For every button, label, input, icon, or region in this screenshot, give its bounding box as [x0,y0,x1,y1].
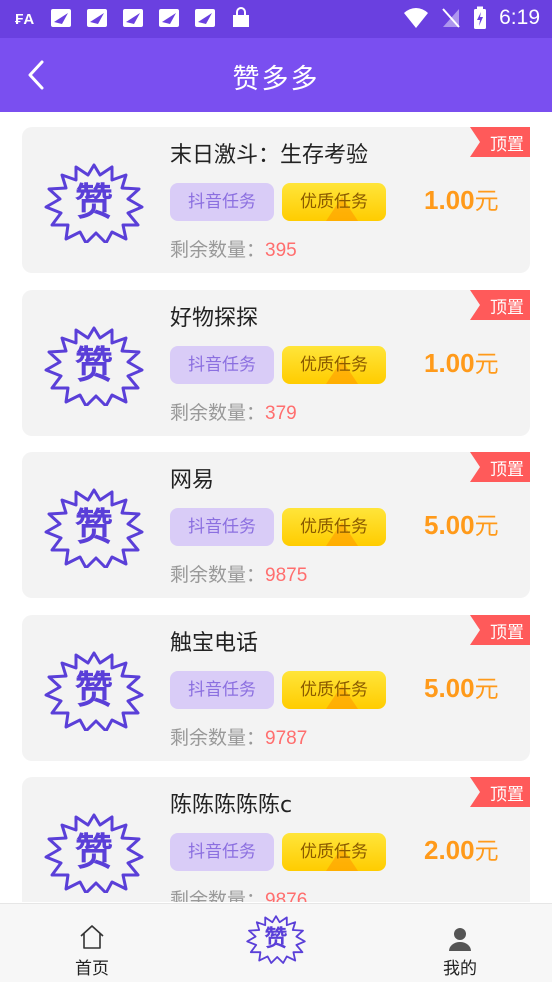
remaining-value: 9787 [265,728,308,749]
tab-zan-label: 赞 [264,925,288,952]
remaining-value: 9876 [265,890,308,902]
price-unit: 元 [474,351,499,378]
price-value: 2.00 [424,835,475,865]
remaining-value: 9875 [265,565,308,586]
remaining-count: 剩余数量：9787 [170,723,307,750]
remaining-value: 379 [265,403,297,424]
remaining-count: 剩余数量：379 [170,398,297,425]
svg-text:赞: 赞 [75,830,113,874]
svg-text:₣A: ₣A [15,11,34,28]
task-price: 1.00元 [424,344,499,379]
price-unit: 元 [474,513,499,540]
quality-task-tag: 优质任务 [282,183,386,221]
price-value: 1.00 [424,185,475,215]
person-icon [449,928,471,951]
quality-task-tag: 优质任务 [282,833,386,871]
svg-text:赞: 赞 [75,180,113,224]
remaining-label: 剩余数量： [170,402,266,424]
zan-logo-icon: 赞 [44,326,144,406]
pin-label: 顶置 [490,298,524,318]
notification-app-icon [159,9,179,27]
remaining-value: 395 [265,240,297,261]
douyin-task-tag: 抖音任务 [170,833,274,871]
remaining-label: 剩余数量： [170,727,266,749]
quality-task-label: 优质任务 [300,355,368,375]
status-time: 6:19 [499,6,540,29]
no-signal-icon [442,8,460,28]
remaining-count: 剩余数量：9876 [170,885,307,902]
task-price: 2.00元 [424,831,499,866]
shopping-bag-icon [233,7,249,27]
price-value: 5.00 [424,673,475,703]
price-unit: 元 [474,838,499,865]
douyin-task-tag: 抖音任务 [170,671,274,709]
task-price: 5.00元 [424,669,499,704]
task-card[interactable]: 赞 末日激斗：生存考验 抖音任务 优质任务 1.00元 剩余数量：395 顶置 [22,127,530,273]
svg-text:赞: 赞 [75,343,113,387]
task-card[interactable]: 赞 陈陈陈陈陈c 抖音任务 优质任务 2.00元 剩余数量：9876 顶置 [22,777,530,902]
home-icon [80,925,104,949]
notification-app-icon [51,9,71,27]
douyin-task-tag: 抖音任务 [170,508,274,546]
task-name: 网易 [170,468,215,493]
quality-task-tag: 优质任务 [282,671,386,709]
remaining-label: 剩余数量： [170,564,266,586]
task-name: 好物探探 [170,306,259,331]
price-unit: 元 [474,188,499,215]
task-price: 5.00元 [424,506,499,541]
svg-text:赞: 赞 [75,668,113,712]
remaining-count: 剩余数量：395 [170,235,297,262]
pin-label: 顶置 [490,135,524,155]
tab-mine-label: 我的 [443,959,477,979]
task-card[interactable]: 赞 网易 抖音任务 优质任务 5.00元 剩余数量：9875 顶置 [22,452,530,598]
notification-app-icon [123,9,143,27]
font-app-icon: ₣A [15,11,34,28]
price-value: 5.00 [424,510,475,540]
zan-logo-icon: 赞 [246,915,306,964]
svg-text:赞: 赞 [75,505,113,549]
pin-label: 顶置 [490,623,524,643]
quality-task-label: 优质任务 [300,517,368,537]
quality-task-label: 优质任务 [300,192,368,212]
quality-task-label: 优质任务 [300,842,368,862]
zan-logo-icon: 赞 [44,488,144,568]
notification-app-icon [87,9,107,27]
zan-logo-icon: 赞 [44,813,144,893]
battery-charging-icon [474,6,487,29]
tab-mine[interactable]: 我的 [410,904,510,982]
pin-label: 顶置 [490,460,524,480]
task-name: 末日激斗：生存考验 [170,143,369,168]
quality-task-tag: 优质任务 [282,346,386,384]
price-unit: 元 [474,676,499,703]
quality-task-label: 优质任务 [300,680,368,700]
zan-logo-icon: 赞 [44,651,144,731]
quality-task-tag: 优质任务 [282,508,386,546]
bottom-tab-bar: 首页 赞 我的 [0,903,552,982]
task-card[interactable]: 赞 触宝电话 抖音任务 优质任务 5.00元 剩余数量：9787 顶置 [22,615,530,761]
header: 赞多多 [0,38,552,112]
task-card[interactable]: 赞 好物探探 抖音任务 优质任务 1.00元 剩余数量：379 顶置 [22,290,530,436]
task-name: 触宝电话 [170,631,259,656]
tab-home[interactable]: 首页 [42,904,142,982]
notification-app-icon [195,9,215,27]
task-price: 1.00元 [424,181,499,216]
status-bar: ₣A 6:19 [0,0,552,38]
task-name: 陈陈陈陈陈c [170,793,293,818]
page-title: 赞多多 [232,64,320,95]
douyin-task-tag: 抖音任务 [170,346,274,384]
remaining-label: 剩余数量： [170,239,266,261]
zan-logo-icon: 赞 [44,163,144,243]
remaining-count: 剩余数量：9875 [170,560,307,587]
remaining-label: 剩余数量： [170,889,266,902]
pin-label: 顶置 [490,785,524,805]
wifi-icon [404,8,429,28]
tab-home-label: 首页 [75,959,109,979]
douyin-task-tag: 抖音任务 [170,183,274,221]
tab-zan[interactable]: 赞 [236,904,316,982]
task-list[interactable]: 赞 末日激斗：生存考验 抖音任务 优质任务 1.00元 剩余数量：395 顶置 … [0,112,552,902]
price-value: 1.00 [424,348,475,378]
